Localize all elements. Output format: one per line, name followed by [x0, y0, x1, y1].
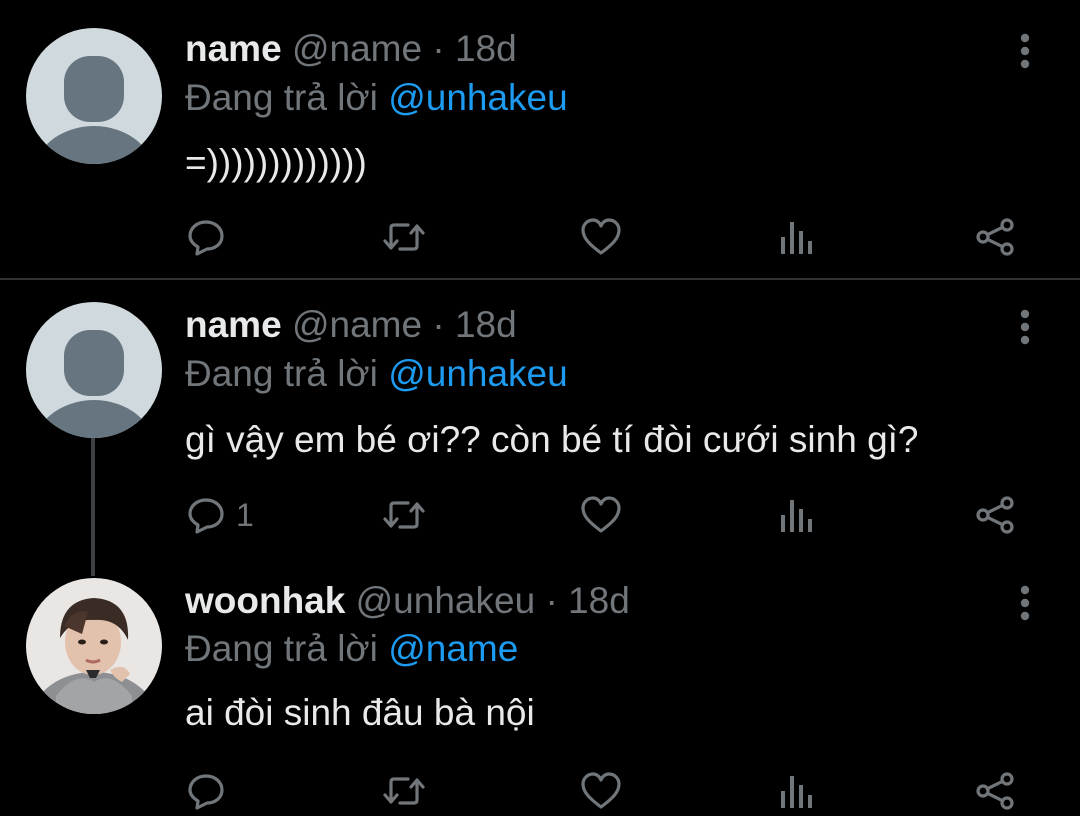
replying-to-label: Đang trả lời	[185, 628, 378, 669]
like-button[interactable]	[580, 212, 622, 262]
retweet-button[interactable]	[382, 490, 426, 540]
tweet-1[interactable]: name @name · 18d Đang trả lời @unhakeu =…	[0, 0, 1080, 280]
replying-to-label: Đang trả lời	[185, 353, 378, 394]
share-icon	[976, 772, 1014, 810]
action-bar: 1	[0, 490, 1080, 540]
retweet-icon	[383, 777, 425, 805]
retweet-button[interactable]	[382, 212, 426, 262]
mention-link[interactable]: @unhakeu	[388, 77, 568, 118]
replying-to-label: Đang trả lời	[185, 77, 378, 118]
tweet-header: woonhak @unhakeu · 18d	[185, 578, 630, 624]
replying-to: Đang trả lời @unhakeu	[185, 75, 568, 121]
like-button[interactable]	[580, 766, 622, 816]
tweet-header: name @name · 18d	[185, 302, 517, 348]
share-button[interactable]	[974, 490, 1016, 540]
timestamp[interactable]: 18d	[568, 580, 630, 621]
reply-button[interactable]	[186, 766, 236, 816]
share-icon	[976, 218, 1014, 256]
more-options-icon[interactable]	[1012, 584, 1038, 624]
analytics-button[interactable]	[778, 212, 818, 262]
like-icon	[581, 218, 621, 255]
analytics-button[interactable]	[778, 490, 818, 540]
display-name[interactable]: woonhak	[185, 580, 345, 621]
handle[interactable]: @unhakeu	[356, 580, 536, 621]
share-button[interactable]	[974, 766, 1016, 816]
mention-link[interactable]: @name	[388, 628, 518, 669]
mention-link[interactable]: @unhakeu	[388, 353, 568, 394]
like-icon	[581, 772, 621, 809]
action-bar	[0, 212, 1080, 262]
tweet-text: =)))))))))))))	[185, 142, 367, 183]
analytics-icon	[781, 222, 812, 254]
analytics-icon	[781, 500, 812, 532]
separator: ·	[432, 304, 445, 345]
separator: ·	[545, 580, 558, 621]
tweet-text: gì vậy em bé ơi?? còn bé tí đòi cưới sin…	[185, 419, 919, 460]
tweet-text: ai đòi sinh đâu bà nội	[185, 692, 535, 733]
separator: ·	[432, 28, 445, 69]
reply-button[interactable]	[186, 212, 236, 262]
more-options-icon[interactable]	[1012, 308, 1038, 348]
reply-icon	[188, 498, 224, 534]
more-options-icon[interactable]	[1012, 32, 1038, 72]
analytics-icon	[781, 776, 812, 808]
replying-to: Đang trả lời @name	[185, 626, 518, 672]
share-button[interactable]	[974, 212, 1016, 262]
handle[interactable]: @name	[292, 304, 422, 345]
tweet-header: name @name · 18d	[185, 26, 517, 72]
user-photo[interactable]	[26, 578, 162, 714]
analytics-button[interactable]	[778, 766, 818, 816]
action-bar	[0, 766, 1080, 816]
handle[interactable]: @name	[292, 28, 422, 69]
retweet-button[interactable]	[382, 766, 426, 816]
retweet-icon	[383, 223, 425, 251]
reply-icon	[188, 220, 224, 256]
share-icon	[976, 496, 1014, 534]
display-name[interactable]: name	[185, 28, 282, 69]
retweet-icon	[383, 501, 425, 529]
timestamp[interactable]: 18d	[455, 304, 517, 345]
tweet-3[interactable]: woonhak @unhakeu · 18d Đang trả lời @nam…	[0, 570, 1080, 810]
tweet-2[interactable]: name @name · 18d Đang trả lời @unhakeu g…	[0, 280, 1080, 576]
reply-icon	[188, 774, 224, 810]
default-avatar-icon[interactable]	[26, 28, 162, 164]
like-icon	[581, 496, 621, 533]
timestamp[interactable]: 18d	[455, 28, 517, 69]
reply-count: 1	[236, 496, 254, 533]
reply-button[interactable]: 1	[186, 490, 254, 540]
display-name[interactable]: name	[185, 304, 282, 345]
default-avatar-icon[interactable]	[26, 302, 162, 438]
replying-to: Đang trả lời @unhakeu	[185, 351, 568, 397]
like-button[interactable]	[580, 490, 622, 540]
